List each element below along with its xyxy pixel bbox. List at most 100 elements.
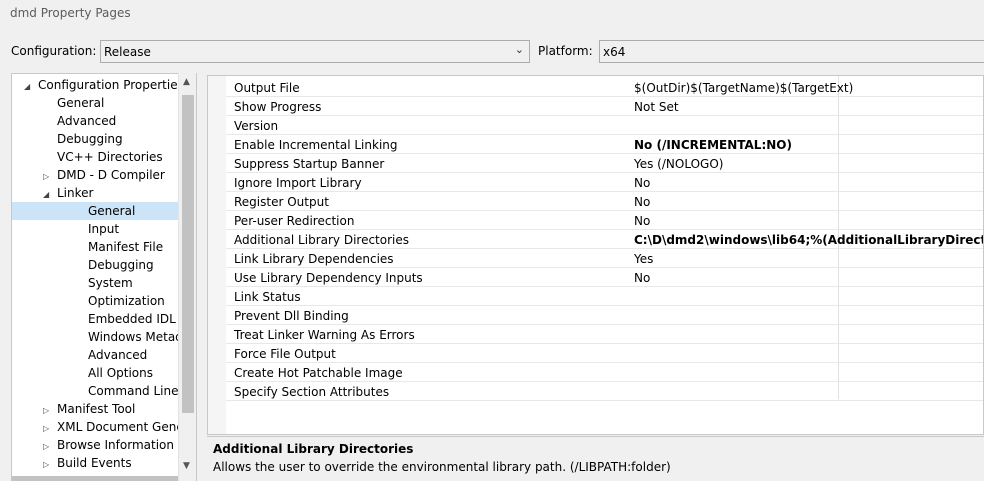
tree-item[interactable]: Debugging (12, 256, 178, 274)
property-row[interactable]: Per-user Redirection No (226, 211, 983, 230)
tree-item-label: Advanced (57, 114, 117, 128)
chevron-down-icon: ⌄ (514, 43, 524, 56)
property-row[interactable]: Version (226, 116, 983, 135)
tree-item[interactable]: Embedded IDL (12, 310, 178, 328)
property-name: Output File (234, 81, 300, 95)
property-row[interactable]: Suppress Startup Banner Yes (/NOLOGO) (226, 154, 983, 173)
tree-item-label: Browse Information (57, 438, 174, 452)
tree-item-label: Command Line (88, 384, 179, 398)
property-name: Treat Linker Warning As Errors (234, 328, 415, 342)
tree-item-label: Manifest Tool (57, 402, 136, 416)
property-name: Enable Incremental Linking (234, 138, 398, 152)
platform-dropdown[interactable]: x64 (599, 40, 984, 63)
tree-item[interactable]: ◢ Configuration Properties (12, 76, 184, 94)
property-row[interactable]: Register Output No (226, 192, 983, 211)
tree-item[interactable]: Debugging (12, 130, 178, 148)
platform-value: x64 (603, 44, 626, 59)
property-row[interactable]: Ignore Import Library No (226, 173, 983, 192)
tree-item[interactable]: All Options (12, 364, 178, 382)
property-value[interactable]: C:\D\dmd2\windows\lib64;%(AdditionalLibr… (634, 233, 983, 247)
property-value[interactable]: $(OutDir)$(TargetName)$(TargetExt) (634, 81, 853, 95)
scroll-up-icon[interactable]: ▲ (183, 77, 190, 87)
property-value[interactable]: Yes (634, 252, 653, 266)
tree-item[interactable]: Input (12, 220, 178, 238)
property-grid: Output File $(OutDir)$(TargetName)$(Targe… (207, 75, 984, 435)
property-name: Create Hot Patchable Image (234, 366, 403, 380)
property-row[interactable]: Enable Incremental Linking No (/INCREMENT… (226, 135, 983, 154)
property-row[interactable]: Output File $(OutDir)$(TargetName)$(Targe… (226, 78, 983, 97)
property-row[interactable]: Treat Linker Warning As Errors (226, 325, 983, 344)
tree-item-label: XML Document Genera (57, 420, 197, 434)
tree-item-label: General (57, 96, 105, 110)
property-name: Per-user Redirection (234, 214, 355, 228)
property-name: Prevent Dll Binding (234, 309, 349, 323)
property-name: Specify Section Attributes (234, 385, 390, 399)
property-value[interactable]: No (634, 195, 650, 209)
configuration-label: Configuration: (11, 44, 97, 58)
property-value[interactable]: No (634, 176, 650, 190)
tree-item[interactable]: VC++ Directories (12, 148, 178, 166)
property-name: Use Library Dependency Inputs (234, 271, 423, 285)
window-title: dmd Property Pages (10, 6, 131, 20)
tree-item[interactable]: General (12, 94, 178, 112)
property-name: Force File Output (234, 347, 336, 361)
property-name: Show Progress (234, 100, 322, 114)
description-text: Allows the user to override the environm… (213, 460, 671, 474)
property-row[interactable]: Additional Library Directories C:\D\dmd2\… (226, 230, 983, 249)
tree-item[interactable]: Windows Metadata (12, 328, 196, 346)
property-name: Link Status (234, 290, 301, 304)
property-name: Version (234, 119, 279, 133)
tree-item[interactable]: ▷ Manifest Tool (12, 400, 178, 418)
tree-item-label: Embedded IDL (88, 312, 176, 326)
tree-item-label: Debugging (57, 132, 123, 146)
property-row[interactable]: Prevent Dll Binding (226, 306, 983, 325)
tree-item-label: Optimization (88, 294, 165, 308)
tree-item-label: Advanced (88, 348, 148, 362)
tree-item-label: DMD - D Compiler (57, 168, 165, 182)
tree-item-label: Debugging (88, 258, 154, 272)
tree-item[interactable]: ▷ XML Document Genera (12, 418, 196, 436)
tree-item-label: Input (88, 222, 120, 236)
property-row[interactable]: Force File Output (226, 344, 983, 363)
property-row[interactable]: Show Progress Not Set (226, 97, 983, 116)
collapsed-arrow-icon[interactable]: ▷ (43, 456, 57, 474)
tree-item[interactable]: General (12, 202, 178, 220)
property-row[interactable]: Link Library Dependencies Yes (226, 249, 983, 268)
property-value[interactable]: Not Set (634, 100, 679, 114)
property-tree: ◢ Configuration Properties General Advanced… (11, 73, 197, 481)
platform-label: Platform: (538, 44, 593, 58)
tree-item[interactable]: Optimization (12, 292, 178, 310)
tree-item-label: Linker (57, 186, 94, 200)
property-name: Link Library Dependencies (234, 252, 394, 266)
grid-gutter (208, 76, 226, 434)
property-value[interactable]: No (634, 271, 650, 285)
tree-item[interactable]: Command Line (12, 382, 179, 400)
property-value[interactable]: No (634, 214, 650, 228)
tree-item[interactable]: ▷ DMD - D Compiler (12, 166, 178, 184)
property-row[interactable]: Create Hot Patchable Image (226, 363, 983, 382)
tree-item[interactable]: Advanced (12, 112, 178, 130)
scrollbar-thumb[interactable] (182, 95, 194, 413)
tree-item-label: VC++ Directories (57, 150, 163, 164)
tree-item-label: All Options (88, 366, 153, 380)
tree-item-label: Configuration Properties (38, 78, 184, 92)
configuration-dropdown[interactable]: Release ⌄ (100, 40, 530, 63)
property-row[interactable]: Link Status (226, 287, 983, 306)
property-name: Suppress Startup Banner (234, 157, 385, 171)
tree-item-label: Build Events (57, 456, 132, 470)
property-row[interactable]: Specify Section Attributes (226, 382, 983, 401)
property-value[interactable]: No (/INCREMENTAL:NO) (634, 138, 792, 152)
tree-item[interactable]: Advanced (12, 346, 178, 364)
tree-item-label: Manifest File (88, 240, 164, 254)
tree-item[interactable]: ▷ Browse Information (12, 436, 178, 454)
property-value[interactable]: Yes (/NOLOGO) (634, 157, 723, 171)
tree-item[interactable]: System (12, 274, 178, 292)
tree-scrollbar[interactable]: ▲ ▼ (178, 73, 196, 481)
tree-item[interactable]: Manifest File (12, 238, 178, 256)
tree-item[interactable]: ▷ Build Events (12, 454, 178, 472)
tree-item[interactable]: ◢ Linker (12, 184, 178, 202)
horizontal-scrollbar[interactable] (12, 476, 178, 481)
property-row[interactable]: Use Library Dependency Inputs No (226, 268, 983, 287)
scroll-down-icon[interactable]: ▼ (183, 461, 190, 471)
tree-item-label: System (88, 276, 133, 290)
